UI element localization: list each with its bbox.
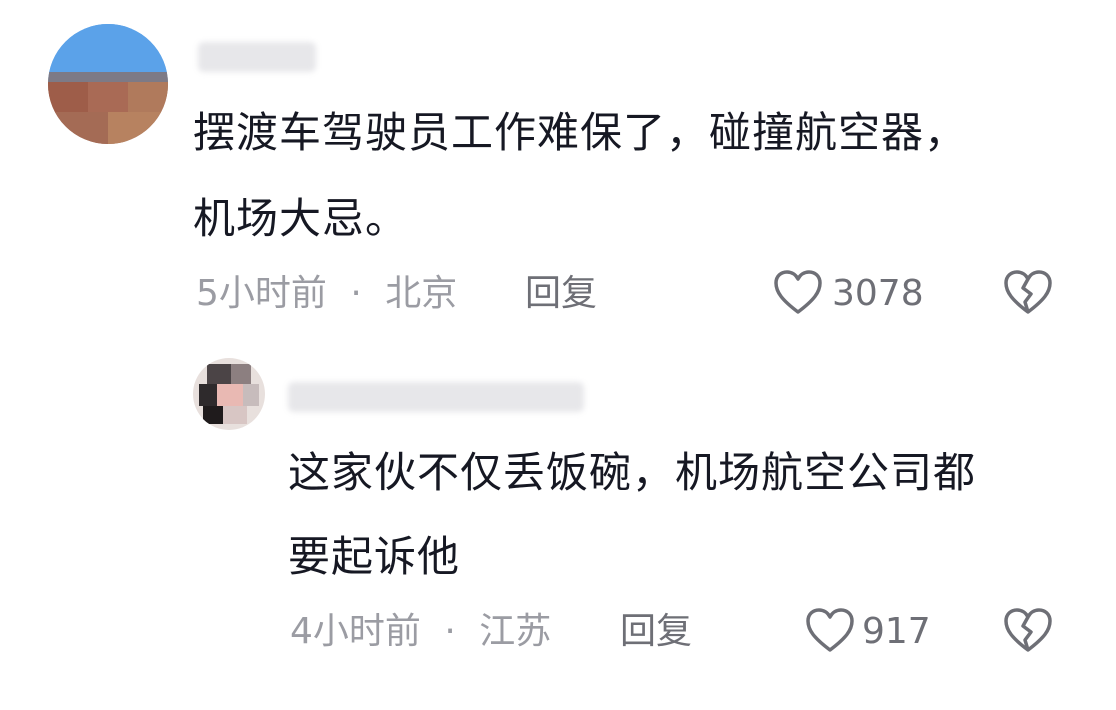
reply-text-line2: 要起诉他 <box>288 532 461 581</box>
comment-location: 北京 <box>385 273 458 314</box>
reply-text-line1: 这家伙不仅丢饭碗，机场航空公司都 <box>288 448 977 497</box>
comment-meta: 5小时前 · 北京 <box>196 274 457 314</box>
reply-location: 江苏 <box>479 611 552 652</box>
reply-button[interactable]: 回复 <box>620 612 692 652</box>
like-count: 3078 <box>832 273 924 314</box>
reply-button[interactable]: 回复 <box>525 274 597 314</box>
commenter-name-blurred[interactable] <box>198 42 316 72</box>
broken-heart-icon <box>1004 270 1052 314</box>
heart-outline-icon <box>774 270 822 314</box>
comment-text-line1: 摆渡车驾驶员工作难保了，碰撞航空器， <box>193 108 968 157</box>
like-button[interactable] <box>772 268 824 316</box>
dislike-button[interactable] <box>1002 268 1054 316</box>
broken-heart-icon <box>1004 608 1052 652</box>
reply-time: 4小时前 <box>290 611 421 652</box>
replier-name-blurred[interactable] <box>288 382 584 412</box>
comment-text-line2: 机场大忌。 <box>193 194 409 243</box>
dislike-button[interactable] <box>1002 606 1054 654</box>
comment-time: 5小时前 <box>196 273 327 314</box>
like-button[interactable] <box>804 606 856 654</box>
reply-meta: 4小时前 · 江苏 <box>290 612 551 652</box>
meta-separator: · <box>444 611 456 652</box>
replier-avatar[interactable] <box>193 358 265 430</box>
meta-separator: · <box>350 273 362 314</box>
like-count: 917 <box>862 611 931 652</box>
heart-outline-icon <box>806 608 854 652</box>
commenter-avatar[interactable] <box>48 24 168 144</box>
